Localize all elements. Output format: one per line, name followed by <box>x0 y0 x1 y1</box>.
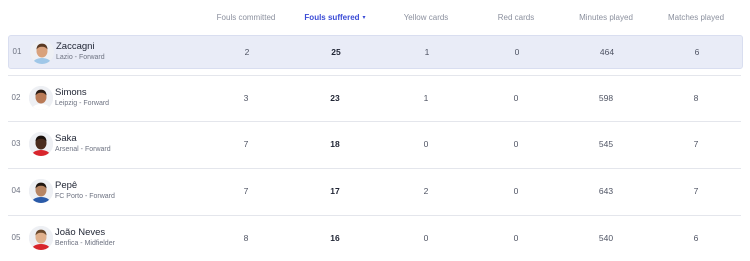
rank-number: 03 <box>11 139 21 148</box>
cell-fouls-suffered: 23 <box>330 93 340 103</box>
cell-yellow-cards: 1 <box>424 47 430 57</box>
row-divider <box>8 168 741 169</box>
player-avatar <box>30 40 54 64</box>
cell-yellow-cards: 0 <box>423 233 429 243</box>
col-header-fouls-committed[interactable]: Fouls committed <box>201 13 291 22</box>
player-club-position: Leipzig - Forward <box>55 100 110 107</box>
cell-matches-played: 6 <box>693 233 699 243</box>
table-header: Fouls committed Fouls suffered ▾ Yellow c… <box>0 0 750 34</box>
cell-fouls-committed: 3 <box>243 93 249 103</box>
rank-number: 04 <box>11 186 21 195</box>
cell-minutes-played: 643 <box>598 186 614 196</box>
cell-fouls-committed: 7 <box>243 186 249 196</box>
cell-matches-played: 7 <box>693 139 699 149</box>
cell-red-cards: 0 <box>514 47 520 57</box>
cell-yellow-cards: 0 <box>423 139 429 149</box>
player-name[interactable]: Zaccagni <box>56 41 95 52</box>
col-header-red-cards[interactable]: Red cards <box>471 13 561 22</box>
cell-fouls-suffered: 18 <box>330 139 340 149</box>
col-header-fouls-suffered[interactable]: Fouls suffered ▾ <box>290 13 380 22</box>
cell-fouls-suffered: 25 <box>331 47 341 57</box>
sort-descending-icon: ▾ <box>362 15 366 21</box>
cell-red-cards: 0 <box>513 139 519 149</box>
player-name[interactable]: João Neves <box>55 227 105 238</box>
cell-matches-played: 8 <box>693 93 699 103</box>
cell-minutes-played: 464 <box>599 47 615 57</box>
rank-number: 01 <box>12 47 22 56</box>
cell-minutes-played: 598 <box>598 93 614 103</box>
cell-red-cards: 0 <box>513 93 519 103</box>
cell-yellow-cards: 2 <box>423 186 429 196</box>
col-header-matches-played[interactable]: Matches played <box>651 13 741 22</box>
player-avatar <box>29 226 53 250</box>
table-row[interactable]: 03 Saka Arsenal - Forward 7 18 0 0 545 7 <box>8 128 741 160</box>
player-club-position: Arsenal - Forward <box>55 146 111 153</box>
row-divider <box>8 75 741 76</box>
table-row[interactable]: 04 Pepê FC Porto - Forward 7 17 2 0 643 7 <box>8 175 741 207</box>
cell-minutes-played: 540 <box>598 233 614 243</box>
cell-fouls-committed: 8 <box>243 233 249 243</box>
player-name[interactable]: Pepê <box>55 180 77 191</box>
cell-matches-played: 7 <box>693 186 699 196</box>
player-club-position: Benfica - Midfielder <box>55 240 115 247</box>
cell-matches-played: 6 <box>694 47 700 57</box>
rank-number: 02 <box>11 93 21 102</box>
table-row[interactable]: 05 João Neves Benfica - Midfielder 8 16 0 0 540… <box>8 222 741 254</box>
cell-minutes-played: 545 <box>598 139 614 149</box>
cell-fouls-suffered: 17 <box>330 186 340 196</box>
table-row[interactable]: 01 Zaccagni Lazio - Forward 2 25 1 0 464 6 <box>8 35 743 69</box>
player-club-position: FC Porto - Forward <box>55 193 115 200</box>
player-avatar <box>29 132 53 156</box>
row-divider <box>8 215 741 216</box>
cell-fouls-committed: 2 <box>244 47 250 57</box>
player-name[interactable]: Simons <box>55 87 87 98</box>
cell-fouls-suffered: 16 <box>330 233 340 243</box>
col-header-minutes-played[interactable]: Minutes played <box>561 13 651 22</box>
player-club-position: Lazio - Forward <box>56 54 105 61</box>
cell-red-cards: 0 <box>513 186 519 196</box>
row-divider <box>8 121 741 122</box>
cell-fouls-committed: 7 <box>243 139 249 149</box>
col-header-yellow-cards[interactable]: Yellow cards <box>381 13 471 22</box>
player-avatar <box>29 86 53 110</box>
player-stats-table: Fouls committed Fouls suffered ▾ Yellow c… <box>0 0 750 261</box>
table-row[interactable]: 02 Simons Leipzig - Forward 3 23 1 0 598 8 <box>8 82 741 114</box>
player-name[interactable]: Saka <box>55 133 77 144</box>
cell-yellow-cards: 1 <box>423 93 429 103</box>
rank-number: 05 <box>11 233 21 242</box>
cell-red-cards: 0 <box>513 233 519 243</box>
player-avatar <box>29 179 53 203</box>
